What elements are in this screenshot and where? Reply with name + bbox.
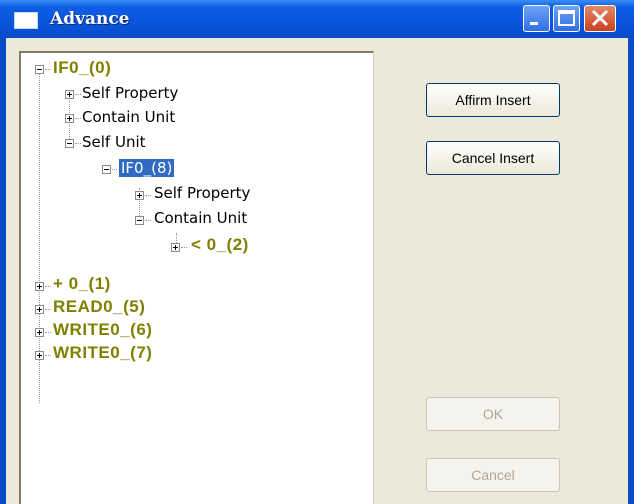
close-button[interactable] bbox=[584, 5, 616, 32]
node-label: < 0_(2) bbox=[191, 235, 249, 254]
expand-icon[interactable] bbox=[35, 351, 44, 360]
tree-line bbox=[112, 169, 117, 171]
tree-line bbox=[75, 118, 81, 120]
cancel-insert-button[interactable]: Cancel Insert bbox=[426, 141, 560, 175]
ok-button[interactable]: OK bbox=[426, 397, 560, 431]
expand-icon[interactable] bbox=[65, 114, 74, 123]
tree-line bbox=[45, 286, 51, 288]
node-label: READ0_(5) bbox=[53, 297, 146, 316]
expand-icon[interactable] bbox=[35, 328, 44, 337]
node-label: Contain Unit bbox=[154, 209, 248, 227]
node-label-selected: IF0_(8) bbox=[119, 159, 175, 177]
window-frame-left bbox=[0, 38, 6, 504]
cancel-button[interactable]: Cancel bbox=[426, 458, 560, 492]
tree-line bbox=[145, 195, 151, 197]
expand-icon[interactable] bbox=[135, 191, 144, 200]
expand-icon[interactable] bbox=[35, 282, 44, 291]
node-label: Self Property bbox=[82, 84, 179, 102]
title-bar[interactable]: Advance bbox=[0, 0, 634, 38]
tree-line bbox=[45, 332, 51, 334]
collapse-icon[interactable] bbox=[35, 65, 44, 74]
tree-line bbox=[45, 309, 51, 311]
node-label: IF0_(0) bbox=[53, 58, 112, 77]
node-label: + 0_(1) bbox=[53, 274, 111, 293]
node-label: WRITE0_(6) bbox=[53, 320, 153, 339]
expand-icon[interactable] bbox=[35, 305, 44, 314]
expand-icon[interactable] bbox=[171, 243, 180, 252]
node-label: WRITE0_(7) bbox=[53, 343, 153, 362]
expand-icon[interactable] bbox=[65, 90, 74, 99]
collapse-icon[interactable] bbox=[102, 165, 111, 174]
affirm-insert-button[interactable]: Affirm Insert bbox=[426, 83, 560, 117]
collapse-icon[interactable] bbox=[65, 139, 74, 148]
node-label: Contain Unit bbox=[82, 108, 176, 126]
tree-line bbox=[181, 247, 187, 249]
tree-line bbox=[75, 143, 81, 145]
tree-line bbox=[45, 69, 51, 71]
node-label: Self Unit bbox=[82, 133, 146, 151]
tree-line bbox=[75, 94, 81, 96]
tree-line bbox=[145, 220, 151, 222]
tree-view[interactable]: IF0_(0) Self Property Contain Unit Self … bbox=[19, 51, 374, 504]
minimize-button[interactable] bbox=[523, 5, 550, 32]
maximize-button[interactable] bbox=[553, 5, 580, 32]
window-title: Advance bbox=[50, 9, 130, 29]
window-frame-right bbox=[628, 38, 634, 504]
node-label: Self Property bbox=[154, 184, 251, 202]
window-icon bbox=[14, 12, 38, 29]
collapse-icon[interactable] bbox=[135, 216, 144, 225]
tree-line bbox=[45, 355, 51, 357]
